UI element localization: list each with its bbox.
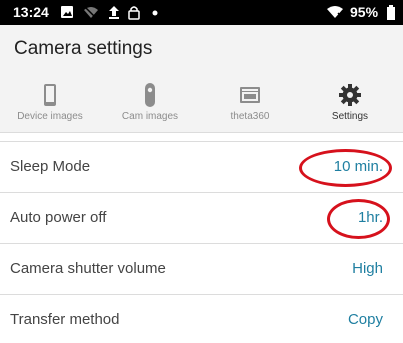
tab-device-images[interactable]: Device images <box>0 83 100 125</box>
setting-row-sleep-mode[interactable]: Sleep Mode 10 min. <box>0 142 403 193</box>
setting-label: Sleep Mode <box>10 158 91 175</box>
tab-theta360[interactable]: theta360 <box>200 83 300 125</box>
wifi-off-icon <box>84 7 98 19</box>
tab-label: Cam images <box>121 111 179 122</box>
highlight-circle <box>299 149 392 187</box>
tab-label: Settings <box>331 111 369 122</box>
setting-label: Transfer method <box>10 311 120 328</box>
highlight-circle <box>327 199 390 239</box>
wifi-icon <box>327 6 343 18</box>
setting-row-auto-power-off[interactable]: Auto power off 1hr. <box>0 193 403 244</box>
setting-row-shutter-volume[interactable]: Camera shutter volume High <box>0 244 403 295</box>
upload-icon <box>109 6 119 19</box>
setting-row-transfer-method[interactable]: Transfer method Copy <box>0 295 403 343</box>
lock-icon <box>128 6 140 20</box>
gear-icon <box>339 84 361 106</box>
camera-device-icon <box>145 83 155 107</box>
panorama-icon <box>240 87 260 103</box>
page-title: Camera settings <box>14 38 153 59</box>
setting-label: Auto power off <box>10 209 107 226</box>
setting-value: Copy <box>347 311 383 328</box>
tab-settings[interactable]: Settings <box>300 83 400 125</box>
list-divider <box>0 133 403 142</box>
setting-label: Camera shutter volume <box>10 260 166 277</box>
phone-icon <box>44 84 56 106</box>
dot-icon <box>152 10 158 16</box>
status-time: 13:24 <box>13 4 49 20</box>
settings-list: Sleep Mode 10 min. Auto power off 1hr. C… <box>0 133 403 343</box>
battery-percentage: 95% <box>350 4 379 20</box>
app-header: Camera settings Device images Cam images… <box>0 25 403 133</box>
tab-label: theta360 <box>230 111 270 122</box>
tab-label: Device images <box>17 111 83 122</box>
image-icon <box>61 6 73 18</box>
tab-cam-images[interactable]: Cam images <box>100 83 200 125</box>
battery-icon <box>387 5 395 20</box>
setting-value: High <box>352 260 383 277</box>
status-bar: 13:24 95% <box>0 0 403 25</box>
